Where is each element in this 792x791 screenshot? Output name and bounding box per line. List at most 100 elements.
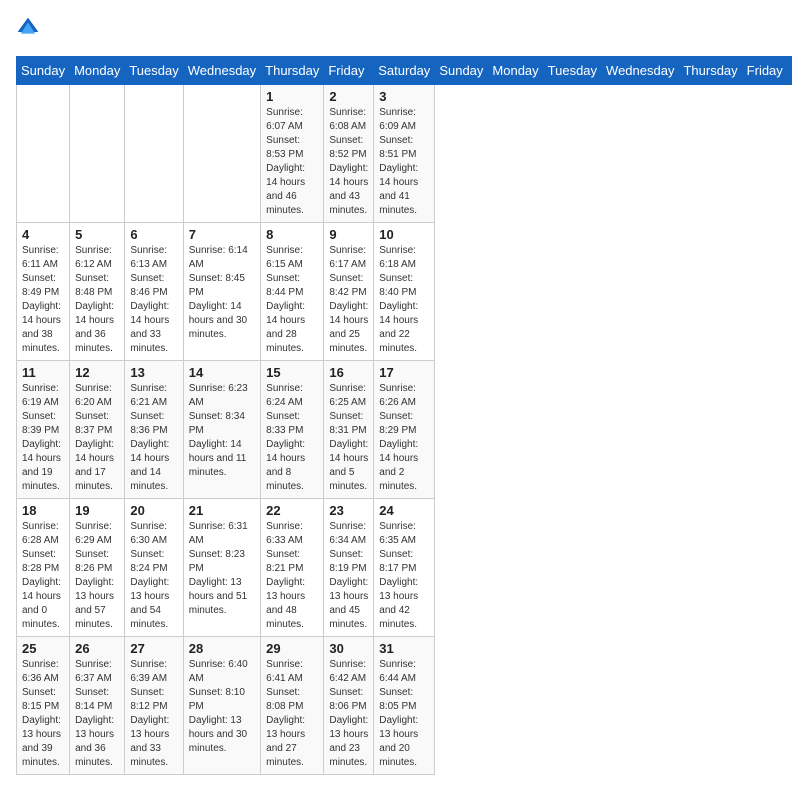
day-number: 28 — [189, 641, 255, 656]
calendar-cell: 17 Sunrise: 6:26 AM Sunset: 8:29 PM Dayli… — [374, 361, 435, 499]
calendar-cell: 27 Sunrise: 6:39 AM Sunset: 8:12 PM Dayli… — [125, 637, 183, 775]
day-number: 30 — [329, 641, 368, 656]
day-info: Sunrise: 6:18 AM Sunset: 8:40 PM Dayligh… — [379, 244, 429, 356]
calendar-week-3: 11 Sunrise: 6:19 AM Sunset: 8:39 PM Dayli… — [17, 361, 792, 499]
calendar-cell: 26 Sunrise: 6:37 AM Sunset: 8:14 PM Dayli… — [70, 637, 125, 775]
col-header-monday: Monday — [70, 57, 125, 85]
calendar-cell: 13 Sunrise: 6:21 AM Sunset: 8:36 PM Dayli… — [125, 361, 183, 499]
day-info: Sunrise: 6:19 AM Sunset: 8:39 PM Dayligh… — [22, 382, 64, 494]
calendar-cell: 16 Sunrise: 6:25 AM Sunset: 8:31 PM Dayli… — [324, 361, 374, 499]
day-info: Sunrise: 6:25 AM Sunset: 8:31 PM Dayligh… — [329, 382, 368, 494]
day-number: 22 — [266, 503, 318, 518]
day-info: Sunrise: 6:24 AM Sunset: 8:33 PM Dayligh… — [266, 382, 318, 494]
col-header-wednesday: Wednesday — [602, 57, 679, 85]
day-info: Sunrise: 6:14 AM Sunset: 8:45 PM Dayligh… — [189, 244, 255, 342]
calendar-cell: 1 Sunrise: 6:07 AM Sunset: 8:53 PM Daylig… — [261, 85, 324, 223]
day-number: 25 — [22, 641, 64, 656]
day-number: 29 — [266, 641, 318, 656]
day-info: Sunrise: 6:07 AM Sunset: 8:53 PM Dayligh… — [266, 106, 318, 218]
day-number: 26 — [75, 641, 119, 656]
calendar-cell: 11 Sunrise: 6:19 AM Sunset: 8:39 PM Dayli… — [17, 361, 70, 499]
calendar-cell: 4 Sunrise: 6:11 AM Sunset: 8:49 PM Daylig… — [17, 223, 70, 361]
calendar-cell — [183, 85, 260, 223]
day-number: 13 — [130, 365, 177, 380]
day-info: Sunrise: 6:11 AM Sunset: 8:49 PM Dayligh… — [22, 244, 64, 356]
calendar-header-row: SundayMondayTuesdayWednesdayThursdayFrid… — [17, 57, 792, 85]
day-info: Sunrise: 6:39 AM Sunset: 8:12 PM Dayligh… — [130, 658, 177, 770]
col-header-saturday: Saturday — [787, 57, 792, 85]
day-info: Sunrise: 6:28 AM Sunset: 8:28 PM Dayligh… — [22, 520, 64, 632]
day-info: Sunrise: 6:31 AM Sunset: 8:23 PM Dayligh… — [189, 520, 255, 618]
col-header-tuesday: Tuesday — [543, 57, 601, 85]
day-number: 9 — [329, 227, 368, 242]
calendar-week-1: 1 Sunrise: 6:07 AM Sunset: 8:53 PM Daylig… — [17, 85, 792, 223]
calendar-cell: 20Sunrise: 6:30 AM Sunset: 8:24 PM Dayli… — [125, 499, 183, 637]
day-number: 15 — [266, 365, 318, 380]
calendar-cell: 12Sunrise: 6:20 AM Sunset: 8:37 PM Dayli… — [70, 361, 125, 499]
calendar-table: SundayMondayTuesdayWednesdayThursdayFrid… — [16, 56, 792, 775]
calendar-week-4: 18Sunrise: 6:28 AM Sunset: 8:28 PM Dayli… — [17, 499, 792, 637]
col-header-monday: Monday — [488, 57, 543, 85]
day-info: Sunrise: 6:30 AM Sunset: 8:24 PM Dayligh… — [130, 520, 177, 632]
day-number: 16 — [329, 365, 368, 380]
calendar-week-5: 25 Sunrise: 6:36 AM Sunset: 8:15 PM Dayli… — [17, 637, 792, 775]
day-info: Sunrise: 6:26 AM Sunset: 8:29 PM Dayligh… — [379, 382, 429, 494]
day-info: Sunrise: 6:13 AM Sunset: 8:46 PM Dayligh… — [130, 244, 177, 356]
calendar-cell — [70, 85, 125, 223]
day-number: 7 — [189, 227, 255, 242]
calendar-cell: 7 Sunrise: 6:14 AM Sunset: 8:45 PM Daylig… — [183, 223, 260, 361]
day-info: Sunrise: 6:41 AM Sunset: 8:08 PM Dayligh… — [266, 658, 318, 770]
logo — [16, 16, 44, 40]
calendar-cell: 28 Sunrise: 6:40 AM Sunset: 8:10 PM Dayli… — [183, 637, 260, 775]
day-number: 11 — [22, 365, 64, 380]
calendar-cell: 24Sunrise: 6:35 AM Sunset: 8:17 PM Dayli… — [374, 499, 435, 637]
calendar-cell: 31 Sunrise: 6:44 AM Sunset: 8:05 PM Dayli… — [374, 637, 435, 775]
day-info: Sunrise: 6:40 AM Sunset: 8:10 PM Dayligh… — [189, 658, 255, 756]
col-header-sunday: Sunday — [17, 57, 70, 85]
calendar-cell: 3Sunrise: 6:09 AM Sunset: 8:51 PM Daylig… — [374, 85, 435, 223]
day-info: Sunrise: 6:36 AM Sunset: 8:15 PM Dayligh… — [22, 658, 64, 770]
day-number: 3 — [379, 89, 429, 104]
day-number: 17 — [379, 365, 429, 380]
calendar-cell: 22Sunrise: 6:33 AM Sunset: 8:21 PM Dayli… — [261, 499, 324, 637]
col-header-thursday: Thursday — [261, 57, 324, 85]
day-number: 5 — [75, 227, 119, 242]
day-number: 10 — [379, 227, 429, 242]
day-number: 23 — [329, 503, 368, 518]
col-header-tuesday: Tuesday — [125, 57, 183, 85]
day-number: 14 — [189, 365, 255, 380]
calendar-week-2: 4 Sunrise: 6:11 AM Sunset: 8:49 PM Daylig… — [17, 223, 792, 361]
day-info: Sunrise: 6:37 AM Sunset: 8:14 PM Dayligh… — [75, 658, 119, 770]
calendar-cell: 25 Sunrise: 6:36 AM Sunset: 8:15 PM Dayli… — [17, 637, 70, 775]
calendar-cell: 14Sunrise: 6:23 AM Sunset: 8:34 PM Dayli… — [183, 361, 260, 499]
day-info: Sunrise: 6:42 AM Sunset: 8:06 PM Dayligh… — [329, 658, 368, 770]
calendar-cell: 30 Sunrise: 6:42 AM Sunset: 8:06 PM Dayli… — [324, 637, 374, 775]
calendar-cell: 18Sunrise: 6:28 AM Sunset: 8:28 PM Dayli… — [17, 499, 70, 637]
day-info: Sunrise: 6:12 AM Sunset: 8:48 PM Dayligh… — [75, 244, 119, 356]
day-info: Sunrise: 6:21 AM Sunset: 8:36 PM Dayligh… — [130, 382, 177, 494]
day-number: 31 — [379, 641, 429, 656]
calendar-cell: 5 Sunrise: 6:12 AM Sunset: 8:48 PM Daylig… — [70, 223, 125, 361]
col-header-sunday: Sunday — [435, 57, 488, 85]
calendar-cell: 15 Sunrise: 6:24 AM Sunset: 8:33 PM Dayli… — [261, 361, 324, 499]
day-info: Sunrise: 6:20 AM Sunset: 8:37 PM Dayligh… — [75, 382, 119, 494]
col-header-friday: Friday — [324, 57, 374, 85]
day-number: 27 — [130, 641, 177, 656]
calendar-cell: 23Sunrise: 6:34 AM Sunset: 8:19 PM Dayli… — [324, 499, 374, 637]
calendar-cell: 29 Sunrise: 6:41 AM Sunset: 8:08 PM Dayli… — [261, 637, 324, 775]
calendar-cell — [17, 85, 70, 223]
day-number: 21 — [189, 503, 255, 518]
calendar-cell: 19Sunrise: 6:29 AM Sunset: 8:26 PM Dayli… — [70, 499, 125, 637]
col-header-thursday: Thursday — [679, 57, 742, 85]
day-info: Sunrise: 6:17 AM Sunset: 8:42 PM Dayligh… — [329, 244, 368, 356]
day-info: Sunrise: 6:44 AM Sunset: 8:05 PM Dayligh… — [379, 658, 429, 770]
day-number: 1 — [266, 89, 318, 104]
col-header-friday: Friday — [742, 57, 787, 85]
day-info: Sunrise: 6:08 AM Sunset: 8:52 PM Dayligh… — [329, 106, 368, 218]
day-number: 4 — [22, 227, 64, 242]
day-number: 19 — [75, 503, 119, 518]
day-number: 24 — [379, 503, 429, 518]
day-number: 6 — [130, 227, 177, 242]
logo-icon — [16, 16, 40, 40]
calendar-cell: 6 Sunrise: 6:13 AM Sunset: 8:46 PM Daylig… — [125, 223, 183, 361]
